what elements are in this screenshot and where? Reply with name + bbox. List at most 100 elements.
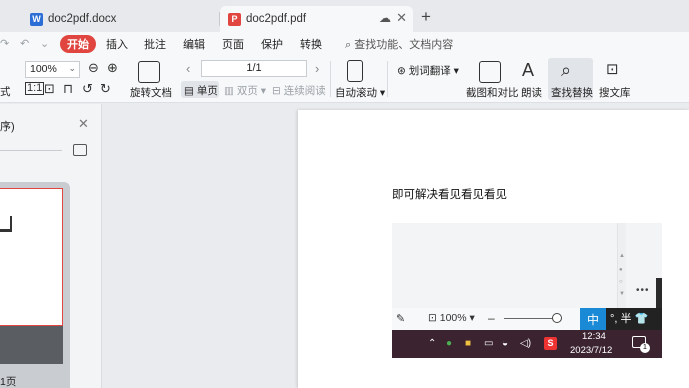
format-label[interactable]: 式 bbox=[0, 84, 11, 99]
rotate-document-icon bbox=[138, 61, 160, 83]
embedded-scrollbar: ▲ ● ○ ▼ bbox=[617, 223, 626, 308]
shirt-icon: 👕 bbox=[634, 313, 649, 325]
redo-icon[interactable]: ↷ bbox=[0, 37, 9, 50]
chevron-down-icon: ⌄ bbox=[68, 63, 76, 73]
double-page-icon: ▥ bbox=[224, 85, 234, 97]
zoom-slider-knob bbox=[552, 313, 562, 323]
zoom-slider-track bbox=[504, 318, 556, 319]
thumbnail-page-label: 1页 bbox=[0, 376, 17, 388]
page-thumbnail[interactable] bbox=[0, 188, 63, 326]
translate-label: 划词翻译 bbox=[408, 65, 451, 77]
ime-options: °, 半 👕 bbox=[610, 310, 648, 326]
search-icon: ⌕ bbox=[561, 60, 572, 80]
menu-bar: ↷ ↶ ⌄ 开始 插入 批注 编辑 页面 保护 转换 ⌕ 查找功能、文档内容 bbox=[0, 32, 689, 55]
minus-icon: – bbox=[488, 311, 495, 325]
read-aloud-icon: A bbox=[522, 60, 535, 80]
menu-comment[interactable]: 批注 bbox=[144, 36, 166, 52]
wechat-icon: ● bbox=[446, 338, 453, 349]
scroll-marker-icon: ○ bbox=[619, 279, 623, 285]
fit-page-icon[interactable]: ⊡ bbox=[44, 82, 55, 95]
cloud-icon[interactable]: ☁ bbox=[379, 11, 391, 25]
pen-icon: ✎ bbox=[396, 313, 406, 325]
double-page-button[interactable]: ▥ 双页 ▾ bbox=[224, 83, 266, 98]
thumbnail-panel: 序) ✕ 1页 bbox=[0, 104, 102, 388]
scroll-arrow-icon: ▲ bbox=[619, 253, 625, 259]
thumbnail-detail bbox=[0, 216, 12, 232]
document-text[interactable]: 即可解决看见看见看见 bbox=[392, 186, 507, 202]
fit-width-icon[interactable]: ⊓ bbox=[63, 82, 73, 95]
screenshot-compare-button[interactable]: 截图和对比 bbox=[466, 85, 519, 100]
embedded-zoom-value: 100% bbox=[439, 312, 467, 324]
pdf-file-icon: P bbox=[228, 12, 241, 26]
clock-time: 12:34 bbox=[582, 331, 606, 342]
auto-scroll-button[interactable]: 自动滚动 ▾ bbox=[335, 85, 385, 100]
clock-date: 2023/7/12 bbox=[570, 345, 613, 356]
menu-convert[interactable]: 转换 bbox=[300, 36, 322, 52]
close-icon[interactable]: ✕ bbox=[78, 116, 89, 132]
menu-edit[interactable]: 编辑 bbox=[183, 36, 205, 52]
app-icon: ■ bbox=[465, 338, 472, 349]
close-tab-icon[interactable]: ✕ bbox=[396, 10, 407, 26]
function-search[interactable]: ⌕ 查找功能、文档内容 bbox=[345, 36, 453, 52]
zoom-select[interactable]: 100% ⌄ bbox=[25, 61, 80, 78]
panel-slider[interactable] bbox=[0, 150, 62, 151]
menu-start[interactable]: 开始 bbox=[60, 35, 96, 53]
word-file-icon: W bbox=[30, 12, 43, 26]
menu-protect[interactable]: 保护 bbox=[261, 36, 283, 52]
chevron-up-icon: ⌃ bbox=[428, 338, 437, 349]
continuous-read-button[interactable]: ⊟ 连续阅读 bbox=[272, 83, 326, 98]
auto-scroll-label: 自动滚动 bbox=[335, 87, 377, 99]
scroll-arrow-icon: ▼ bbox=[619, 291, 625, 297]
volume-icon: ◁) bbox=[520, 338, 532, 349]
menu-page[interactable]: 页面 bbox=[222, 36, 244, 52]
image-icon[interactable] bbox=[73, 144, 87, 156]
ime-extras: °, 半 bbox=[610, 313, 632, 325]
single-page-button[interactable]: ▤ 单页 bbox=[184, 83, 218, 98]
new-tab-button[interactable]: + bbox=[421, 7, 431, 27]
fit-icon: ⊡ bbox=[428, 312, 437, 324]
customize-icon[interactable]: ⌄ bbox=[40, 37, 49, 50]
translate-icon: ⊛ bbox=[397, 65, 406, 77]
rotate-left-icon[interactable]: ↺ bbox=[82, 82, 93, 95]
panel-title: 序) bbox=[0, 121, 15, 133]
tab-label: doc2pdf.pdf bbox=[246, 13, 307, 25]
divider bbox=[330, 61, 331, 97]
continuous-read-icon: ⊟ bbox=[272, 85, 281, 97]
auto-scroll-icon bbox=[347, 60, 363, 82]
rotate-document-button[interactable]: 旋转文档 bbox=[130, 85, 172, 100]
scroll-marker-icon: ● bbox=[619, 267, 623, 273]
tab-bar: W doc2pdf.docx P doc2pdf.pdf ☁ ✕ + bbox=[0, 0, 689, 32]
actual-size-icon[interactable]: 1:1 bbox=[25, 82, 45, 95]
ime-mode: 中 bbox=[580, 308, 606, 330]
next-page-icon[interactable]: › bbox=[315, 62, 319, 75]
menu-insert[interactable]: 插入 bbox=[106, 36, 128, 52]
read-aloud-button[interactable]: 朗读 bbox=[521, 85, 542, 100]
notification-badge: 1 bbox=[640, 343, 650, 353]
page-number-input[interactable]: 1/1 bbox=[201, 60, 307, 77]
tab-label: doc2pdf.docx bbox=[48, 13, 117, 25]
more-icon: ••• bbox=[636, 285, 650, 296]
rotate-right-icon[interactable]: ↻ bbox=[100, 82, 111, 95]
prev-page-icon[interactable]: ‹ bbox=[186, 62, 190, 75]
divider bbox=[387, 61, 388, 97]
sogou-icon: S bbox=[544, 337, 557, 350]
embedded-zoom: ⊡ 100% ▾ bbox=[428, 312, 475, 324]
zoom-value: 100% bbox=[30, 63, 57, 75]
zoom-out-icon[interactable]: ⊖ bbox=[88, 61, 99, 74]
screenshot-compare-icon bbox=[479, 61, 501, 83]
tab-docx[interactable]: W doc2pdf.docx bbox=[22, 6, 218, 32]
zoom-in-icon[interactable]: ⊕ bbox=[107, 61, 118, 74]
tab-pdf[interactable]: P doc2pdf.pdf ☁ ✕ bbox=[220, 6, 413, 32]
single-page-label: 单页 bbox=[196, 85, 218, 97]
network-icon: ◒ bbox=[502, 338, 509, 349]
search-library-icon: ⊡ bbox=[606, 61, 619, 78]
continuous-read-label: 连续阅读 bbox=[283, 85, 326, 97]
ribbon-toolbar: 式 100% ⌄ ⊖ ⊕ 1:1 ⊡ ⊓ ↺ ↻ 旋转文档 ‹ 1/1 › ▤ … bbox=[0, 55, 689, 103]
embedded-screenshot: ▲ ● ○ ▼ ••• ✎ ⊡ 100% ▾ – 中 °, 半 👕 ⌃ ● ■ … bbox=[392, 223, 662, 358]
translate-button[interactable]: ⊛ 划词翻译 ▾ bbox=[397, 63, 459, 78]
find-replace-button[interactable]: 查找替换 bbox=[551, 85, 593, 100]
undo-icon[interactable]: ↶ bbox=[20, 37, 29, 50]
battery-icon: ▭ bbox=[484, 338, 494, 349]
search-library-button[interactable]: 搜文库 bbox=[599, 85, 631, 100]
single-page-icon: ▤ bbox=[184, 85, 194, 97]
